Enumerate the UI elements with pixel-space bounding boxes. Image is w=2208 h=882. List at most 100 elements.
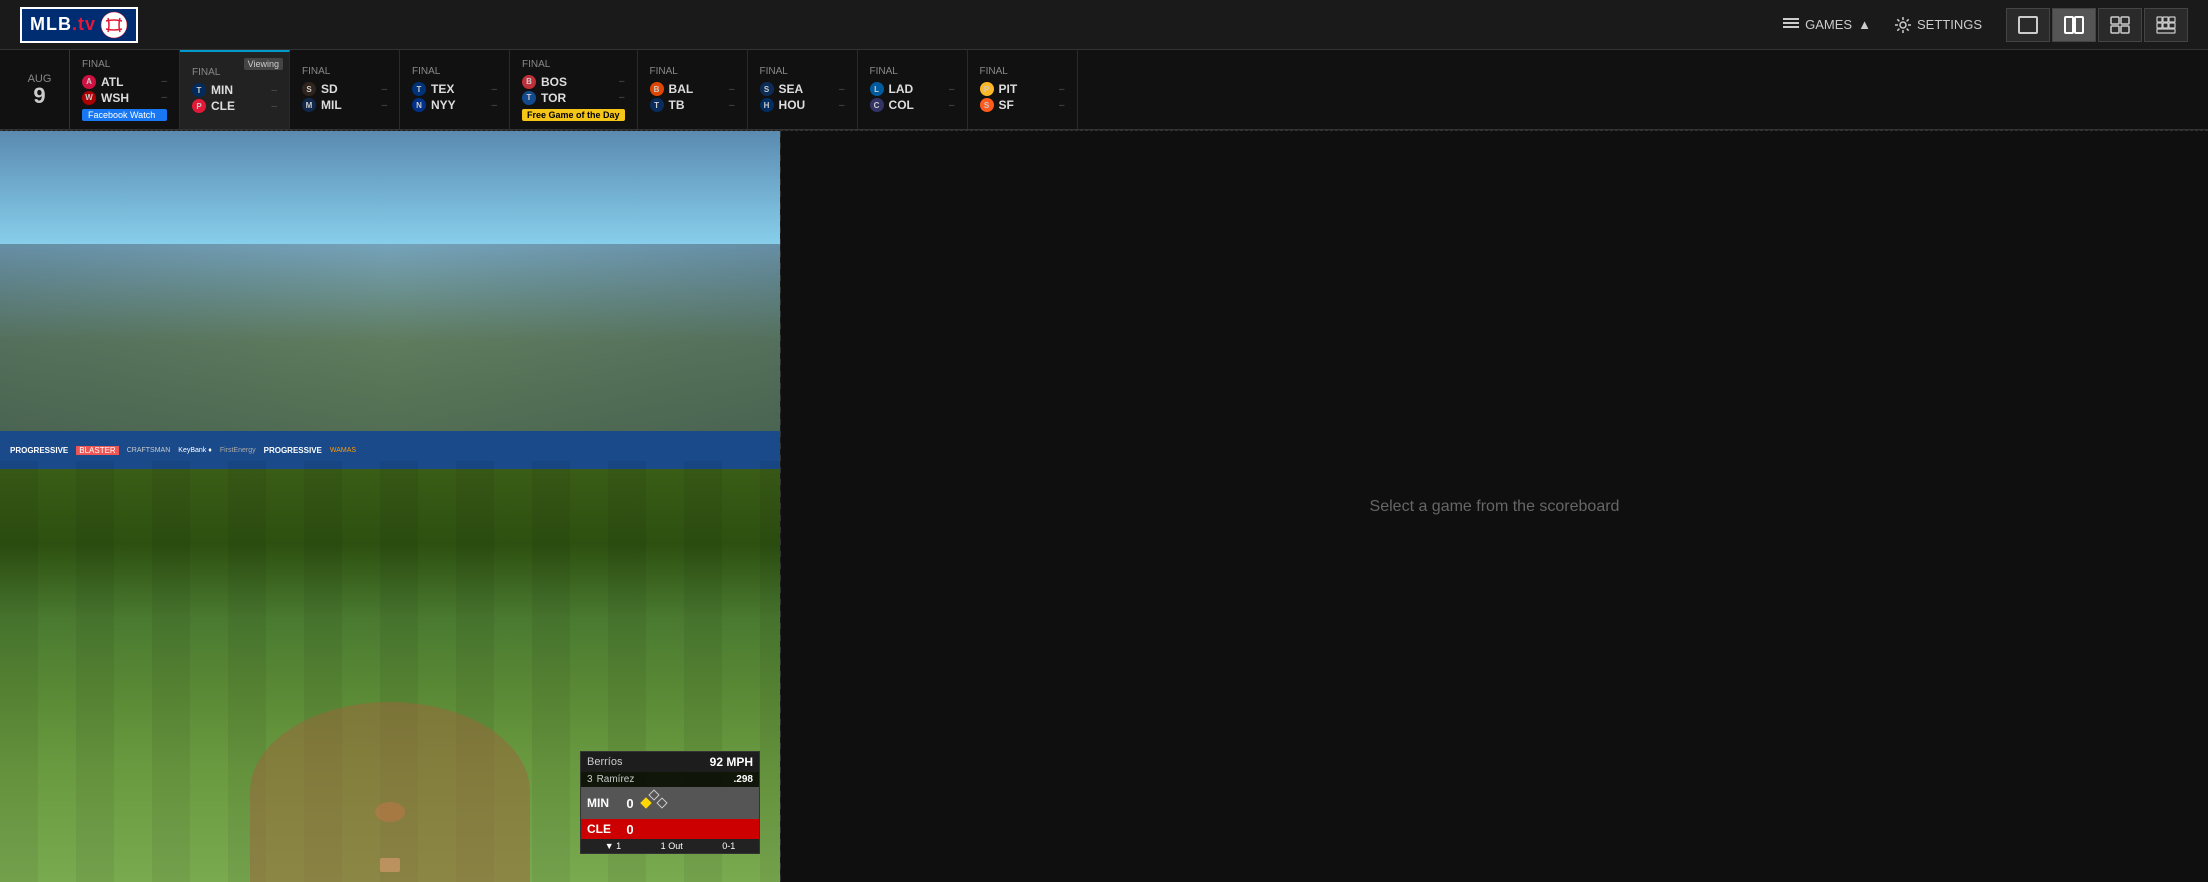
- game-bal-tb[interactable]: Final B BAL – T TB –: [638, 50, 748, 129]
- count-info: 0-1: [722, 841, 735, 851]
- team-hou: H HOU: [760, 98, 806, 112]
- game-lad-col[interactable]: Final L LAD – C COL –: [858, 50, 968, 129]
- games-icon: [1783, 18, 1799, 32]
- baseball-icon: [100, 11, 128, 39]
- game-atl-wsh-away: A ATL –: [82, 75, 167, 89]
- scorebox-pitcher-row: Berríos 92 MPH: [581, 752, 759, 772]
- settings-label: SETTINGS: [1917, 17, 1982, 32]
- game-sea-hou-away: S SEA –: [760, 82, 845, 96]
- wsh-logo: W: [82, 91, 96, 105]
- bases-diamond: [640, 789, 668, 817]
- game-sd-mil-status: Final: [302, 66, 387, 77]
- team-bos: B BOS: [522, 75, 567, 89]
- pit-abbr: PIT: [999, 82, 1018, 96]
- away-score: 0: [620, 796, 640, 811]
- game-atl-wsh[interactable]: Final A ATL – W WSH – Facebook Watch: [70, 50, 180, 129]
- game-lad-col-away: L LAD –: [870, 82, 955, 96]
- game-bos-tor[interactable]: Final B BOS – T TOR – Free Game of the D…: [510, 50, 638, 129]
- game-min-cle-away: T MIN –: [192, 83, 277, 97]
- team-lad: L LAD: [870, 82, 914, 96]
- game-tex-nyy[interactable]: Final T TEX – N NYY –: [400, 50, 510, 129]
- team-mil: M MIL: [302, 98, 342, 112]
- team-tor: T TOR: [522, 91, 566, 105]
- game-pit-sf-status: Final: [980, 66, 1065, 77]
- tor-abbr: TOR: [541, 91, 566, 105]
- col-logo: C: [870, 98, 884, 112]
- min-logo: T: [192, 83, 206, 97]
- outs-info: 1 Out: [661, 841, 683, 851]
- logo-text: MLB.tv: [30, 14, 96, 35]
- scorebox-teams: MIN 0 CLE 0: [581, 787, 759, 839]
- game-min-cle[interactable]: Final Viewing T MIN – P CLE –: [180, 50, 290, 129]
- team-sd: S SD: [302, 82, 338, 96]
- game-pit-sf[interactable]: Final P PIT – S SF –: [968, 50, 1078, 129]
- bal-abbr: BAL: [669, 82, 694, 96]
- sea-logo: S: [760, 82, 774, 96]
- view-single-button[interactable]: [2006, 8, 2050, 42]
- view-multi-button[interactable]: [2144, 8, 2188, 42]
- game-min-cle-home: P CLE –: [192, 99, 277, 113]
- game-lad-col-status: Final: [870, 66, 955, 77]
- scorebox-home-row: CLE 0: [581, 819, 759, 839]
- bal-logo: B: [650, 82, 664, 96]
- game-atl-wsh-home: W WSH –: [82, 91, 167, 105]
- game-sd-mil-home: M MIL –: [302, 98, 387, 112]
- game-pit-sf-away: P PIT –: [980, 82, 1065, 96]
- team-min: T MIN: [192, 83, 233, 97]
- scorebox: Berríos 92 MPH 3 Ramírez .298 MIN 0: [580, 751, 760, 854]
- settings-button[interactable]: SETTINGS: [1895, 17, 1982, 33]
- team-sea: S SEA: [760, 82, 804, 96]
- video-panel[interactable]: PROGRESSIVE BLASTER CRAFTSMAN KeyBank ♦ …: [0, 131, 780, 882]
- mlbtv-logo: MLB.tv: [20, 7, 138, 43]
- game-bal-tb-away: B BAL –: [650, 82, 735, 96]
- header-right: GAMES ▲ SETTINGS: [1783, 8, 2188, 42]
- nyy-abbr: NYY: [431, 98, 456, 112]
- sd-logo: S: [302, 82, 316, 96]
- view-quad-button[interactable]: [2098, 8, 2142, 42]
- home-team: CLE: [585, 821, 620, 837]
- team-bal: B BAL: [650, 82, 694, 96]
- base-first: [656, 797, 667, 808]
- game-tex-nyy-home: N NYY –: [412, 98, 497, 112]
- header: MLB.tv GAMES ▲: [0, 0, 2208, 50]
- team-cle: P CLE: [192, 99, 235, 113]
- game-sd-mil-away: S SD –: [302, 82, 387, 96]
- sf-abbr: SF: [999, 98, 1014, 112]
- main-content: PROGRESSIVE BLASTER CRAFTSMAN KeyBank ♦ …: [0, 131, 2208, 882]
- game-sea-hou[interactable]: Final S SEA – H HOU –: [748, 50, 858, 129]
- team-tex: T TEX: [412, 82, 454, 96]
- cle-abbr: CLE: [211, 99, 235, 113]
- facebook-watch-badge: Facebook Watch: [82, 109, 167, 121]
- game-sea-hou-status: Final: [760, 66, 845, 77]
- view-toggle-group: [2006, 8, 2188, 42]
- team-col: C COL: [870, 98, 914, 112]
- hou-logo: H: [760, 98, 774, 112]
- pit-logo: P: [980, 82, 994, 96]
- home-score: 0: [620, 822, 640, 837]
- video-placeholder: PROGRESSIVE BLASTER CRAFTSMAN KeyBank ♦ …: [0, 131, 780, 882]
- games-button[interactable]: GAMES ▲: [1783, 17, 1871, 32]
- team-sf: S SF: [980, 98, 1014, 112]
- scorebox-batter-row: 3 Ramírez .298: [581, 772, 759, 787]
- bos-abbr: BOS: [541, 75, 567, 89]
- lad-logo: L: [870, 82, 884, 96]
- view-double-button[interactable]: [2052, 8, 2096, 42]
- inning-info: ▼ 1: [605, 841, 621, 851]
- mil-abbr: MIL: [321, 98, 342, 112]
- tor-logo: T: [522, 91, 536, 105]
- sea-abbr: SEA: [779, 82, 804, 96]
- cle-logo: P: [192, 99, 206, 113]
- game-bos-tor-home: T TOR –: [522, 91, 625, 105]
- tex-logo: T: [412, 82, 426, 96]
- game-sea-hou-home: H HOU –: [760, 98, 845, 112]
- tex-abbr: TEX: [431, 82, 454, 96]
- tb-logo: T: [650, 98, 664, 112]
- batter-name: Ramírez: [597, 774, 635, 785]
- gear-icon: [1895, 17, 1911, 33]
- game-sd-mil[interactable]: Final S SD – M MIL –: [290, 50, 400, 129]
- date-day: 9: [33, 85, 45, 107]
- viewing-badge: Viewing: [244, 58, 283, 70]
- games-chevron: ▲: [1858, 17, 1871, 32]
- atl-abbr: ATL: [101, 75, 123, 89]
- date-cell: Aug 9: [10, 50, 70, 129]
